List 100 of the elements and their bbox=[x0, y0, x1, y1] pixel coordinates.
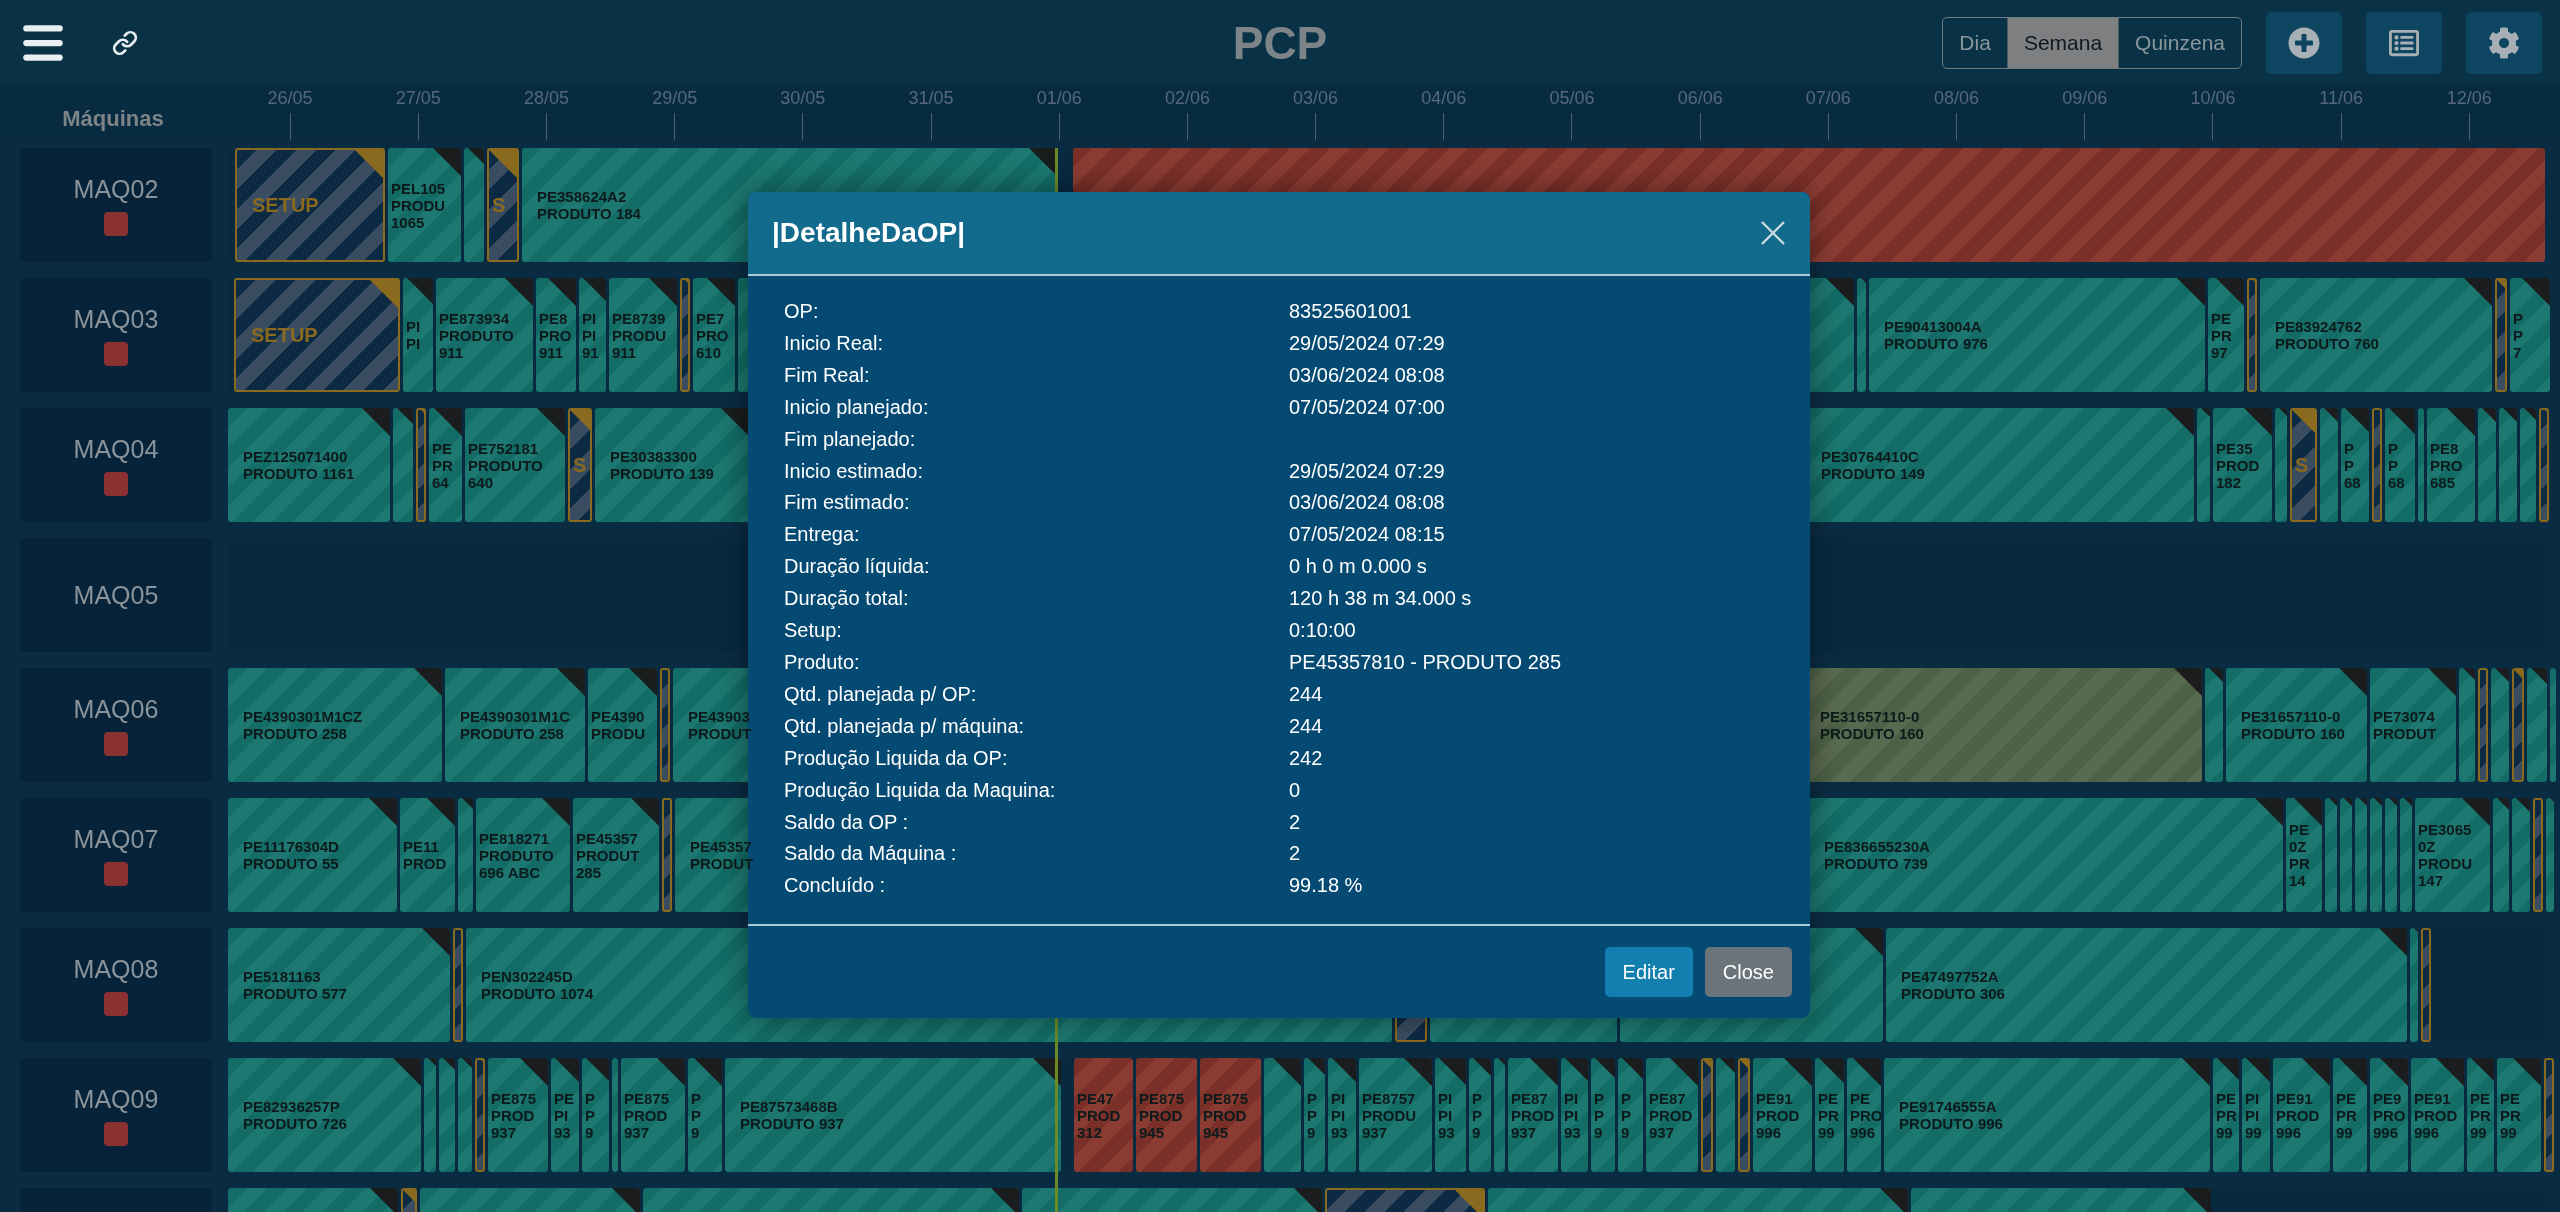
order-label: PE8739 PRODU 911 bbox=[612, 309, 667, 361]
order-label: PE8 PRO 911 bbox=[539, 309, 572, 361]
page-title: PCP bbox=[1232, 15, 1328, 70]
order-label: PI PI 91 bbox=[582, 309, 599, 361]
order-label: PEN302245D PRODUTO 1074 bbox=[480, 968, 594, 1002]
order-label: PE43903 PRODUT bbox=[687, 708, 752, 742]
machine-name: MAQ06 bbox=[73, 694, 159, 724]
order-label: PE PR 97 bbox=[2211, 309, 2232, 361]
order-label: PEL105 PRODU 1065 bbox=[391, 179, 446, 231]
field-label: Saldo da Máquina : bbox=[784, 841, 958, 867]
field-value: 2 bbox=[1289, 809, 1302, 835]
order-label: PE875 PROD 945 bbox=[1203, 1089, 1249, 1141]
machines-heading: Máquinas bbox=[61, 105, 165, 133]
field-label: Fim estimado: bbox=[784, 490, 911, 516]
field-value: 03/06/2024 08:08 bbox=[1289, 490, 1446, 516]
order-label: P P 9 bbox=[1621, 1089, 1631, 1141]
field-value: 07/05/2024 07:00 bbox=[1289, 394, 1446, 420]
date-label: 04/06 bbox=[1421, 88, 1467, 109]
field-label: Concluído : bbox=[784, 873, 887, 899]
order-label: PE PR 99 bbox=[2470, 1089, 2491, 1141]
order-label: PE91746555A PRODUTO 996 bbox=[1898, 1098, 2003, 1132]
order-label: PE PR 99 bbox=[2336, 1089, 2357, 1141]
order-label: PE82936257P PRODUTO 726 bbox=[242, 1098, 347, 1132]
order-label: PE87 PROD 937 bbox=[1649, 1089, 1693, 1141]
order-label: P P 9 bbox=[1472, 1089, 1482, 1141]
order-label: SETUP bbox=[251, 196, 319, 214]
order-label: PE 0Z PR 14 bbox=[2289, 821, 2310, 889]
date-label: 31/05 bbox=[908, 88, 954, 109]
order-label: PE83924762 PRODUTO 760 bbox=[2274, 318, 2379, 352]
order-label: PE PRO 996 bbox=[1850, 1089, 1881, 1141]
date-label: 06/06 bbox=[1677, 88, 1723, 109]
field-label: Saldo da OP : bbox=[784, 809, 910, 835]
order-label: PE47497752A PRODUTO 306 bbox=[1900, 968, 2005, 1002]
machine-name: MAQ08 bbox=[73, 954, 159, 984]
order-label: PE7 PRO 610 bbox=[696, 309, 729, 361]
field-value: PE45357810 - PRODUTO 285 bbox=[1289, 649, 1562, 675]
order-label: PE5181163 PRODUTO 577 bbox=[242, 968, 347, 1002]
order-label: P P 7 bbox=[2513, 309, 2523, 361]
field-label: OP: bbox=[784, 299, 820, 324]
order-label: PE90413004A PRODUTO 976 bbox=[1883, 318, 1988, 352]
date-label: 27/05 bbox=[395, 88, 441, 109]
order-label: P P 9 bbox=[585, 1089, 595, 1141]
order-label: S bbox=[2295, 456, 2309, 474]
order-label: PE875 PROD 945 bbox=[1139, 1089, 1185, 1141]
order-label: PE873934 PRODUTO 911 bbox=[439, 309, 514, 361]
order-label: PE PR 64 bbox=[432, 439, 453, 491]
order-label: PI PI 93 bbox=[1564, 1089, 1581, 1141]
field-value: 244 bbox=[1289, 681, 1324, 707]
order-label: PE73074 PRODUT bbox=[2373, 708, 2437, 742]
order-label: PE752181 PRODUTO 640 bbox=[468, 439, 543, 491]
field-label: Produção Liquida da OP: bbox=[784, 745, 1009, 771]
order-label: PE836655230A PRODUTO 739 bbox=[1823, 838, 1930, 872]
field-value: 0:10:00 bbox=[1289, 618, 1357, 644]
order-label: SETUP bbox=[250, 326, 318, 344]
order-label: PE45357 PRODUT bbox=[689, 838, 754, 872]
date-label: 01/06 bbox=[1036, 88, 1082, 109]
date-label: 09/06 bbox=[2062, 88, 2108, 109]
date-label: 08/06 bbox=[1934, 88, 1980, 109]
field-value: 03/06/2024 08:08 bbox=[1289, 362, 1446, 388]
order-label: PE8 PRO 685 bbox=[2430, 439, 2463, 491]
order-label: P P 9 bbox=[1307, 1089, 1317, 1141]
field-label: Inicio Real: bbox=[784, 330, 884, 356]
field-value: 29/05/2024 07:29 bbox=[1289, 330, 1446, 356]
order-label: PE818271 PRODUTO 696 ABC bbox=[479, 829, 554, 881]
order-label: PE358624A2 PRODUTO 184 bbox=[536, 188, 641, 222]
order-label: PI PI bbox=[406, 318, 421, 352]
order-label: PE8757 PRODU 937 bbox=[1362, 1089, 1417, 1141]
order-label: PE3065 0Z PRODU 147 bbox=[2418, 821, 2473, 889]
field-label: Entrega: bbox=[784, 522, 861, 548]
order-label: PE30383300 PRODUTO 139 bbox=[609, 448, 714, 482]
field-label: Fim planejado: bbox=[784, 426, 917, 452]
field-value: 07/05/2024 08:15 bbox=[1289, 522, 1446, 548]
order-label: PI PI 93 bbox=[1438, 1089, 1455, 1141]
order-label: PE35 PROD 182 bbox=[2216, 439, 2260, 491]
field-value: 244 bbox=[1289, 713, 1324, 739]
order-label: P P 68 bbox=[2388, 439, 2405, 491]
machine-name: MAQ07 bbox=[73, 824, 159, 854]
order-label: PI PI 93 bbox=[1331, 1089, 1348, 1141]
field-label: Fim Real: bbox=[784, 362, 871, 388]
machine-name: MAQ04 bbox=[73, 434, 159, 464]
order-label: PE PR 99 bbox=[1818, 1089, 1839, 1141]
date-label: 07/06 bbox=[1805, 88, 1851, 109]
date-label: 02/06 bbox=[1164, 88, 1210, 109]
order-label: PEZ125071400 PRODUTO 1161 bbox=[242, 448, 355, 482]
field-label: Inicio planejado: bbox=[784, 394, 930, 420]
field-value: 29/05/2024 07:29 bbox=[1289, 458, 1446, 484]
field-value: 242 bbox=[1289, 745, 1324, 771]
order-label: PE47 PROD 312 bbox=[1077, 1089, 1121, 1141]
field-label: Inicio estimado: bbox=[784, 458, 924, 484]
date-label: 29/05 bbox=[652, 88, 698, 109]
order-label: P P 9 bbox=[1594, 1089, 1604, 1141]
field-label: Qtd. planejada p/ máquina: bbox=[784, 713, 1026, 739]
machine-name: MAQ09 bbox=[73, 1084, 159, 1114]
order-label: PE91 PROD 996 bbox=[2414, 1089, 2458, 1141]
order-label: PE11176304D PRODUTO 55 bbox=[242, 838, 339, 872]
order-label: PE91 PROD 996 bbox=[2276, 1089, 2320, 1141]
date-label: 30/05 bbox=[780, 88, 826, 109]
order-label: PE PI 93 bbox=[554, 1089, 574, 1141]
date-label: 05/06 bbox=[1549, 88, 1595, 109]
machine-name: MAQ02 bbox=[73, 174, 159, 204]
